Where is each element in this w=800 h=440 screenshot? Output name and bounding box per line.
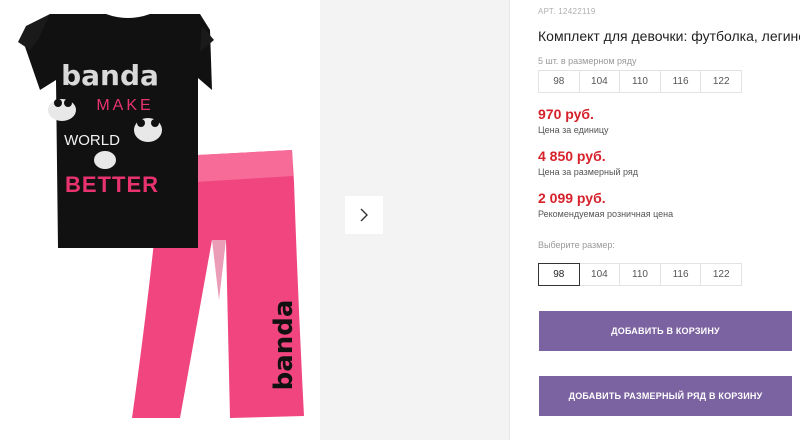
size-row-item: 110: [619, 70, 661, 93]
choose-size-label: Выберите размер:: [538, 240, 615, 250]
chevron-right-icon: [360, 208, 368, 222]
next-image-button[interactable]: [345, 196, 383, 234]
leggings-print: banda: [269, 300, 299, 391]
tshirt-line-2: WORLD: [64, 132, 120, 149]
product-info: АРТ. 12422119 Комплект для девочки: футб…: [538, 0, 800, 440]
retail-price-label: Рекомендуемая розничная цена: [538, 209, 674, 219]
size-option-116[interactable]: 116: [659, 263, 702, 286]
size-selector: 98 104 110 116 122: [538, 263, 742, 286]
product-image[interactable]: banda banda MAKE WORLD BETTER: [0, 0, 320, 440]
retail-price: 2 099 руб.: [538, 190, 606, 206]
unit-price-label: Цена за единицу: [538, 125, 609, 135]
size-row-item: 104: [578, 70, 621, 93]
tshirt-illustration: banda MAKE WORLD BETTER: [18, 14, 214, 248]
size-row-price-label: Цена за размерный ряд: [538, 167, 639, 177]
size-row-list: 98 104 110 116 122: [538, 70, 742, 93]
article-number: АРТ. 12422119: [538, 7, 596, 16]
size-row-item: 116: [659, 70, 702, 93]
product-photo: banda banda MAKE WORLD BETTER: [18, 14, 304, 418]
tshirt-line-1: MAKE: [96, 97, 153, 114]
size-option-98[interactable]: 98: [538, 263, 580, 286]
add-size-row-to-cart-button[interactable]: ДОБАВИТЬ РАЗМЕРНЫЙ РЯД В КОРЗИНУ: [539, 376, 792, 416]
product-title: Комплект для девочки: футболка, легинсы: [538, 28, 800, 44]
size-row-item: 122: [700, 70, 742, 93]
unit-price: 970 руб.: [538, 106, 594, 122]
size-option-104[interactable]: 104: [578, 263, 621, 286]
size-row-price: 4 850 руб.: [538, 148, 606, 164]
product-gallery: banda banda MAKE WORLD BETTER: [0, 0, 510, 440]
tshirt-line-3: BETTER: [65, 172, 159, 197]
size-option-122[interactable]: 122: [700, 263, 742, 286]
size-row-item: 98: [538, 70, 580, 93]
tshirt-brand-print: banda: [61, 59, 159, 92]
size-option-110[interactable]: 110: [619, 263, 661, 286]
size-row-note: 5 шт. в размерном ряду: [538, 56, 637, 66]
add-to-cart-button[interactable]: ДОБАВИТЬ В КОРЗИНУ: [539, 311, 792, 351]
